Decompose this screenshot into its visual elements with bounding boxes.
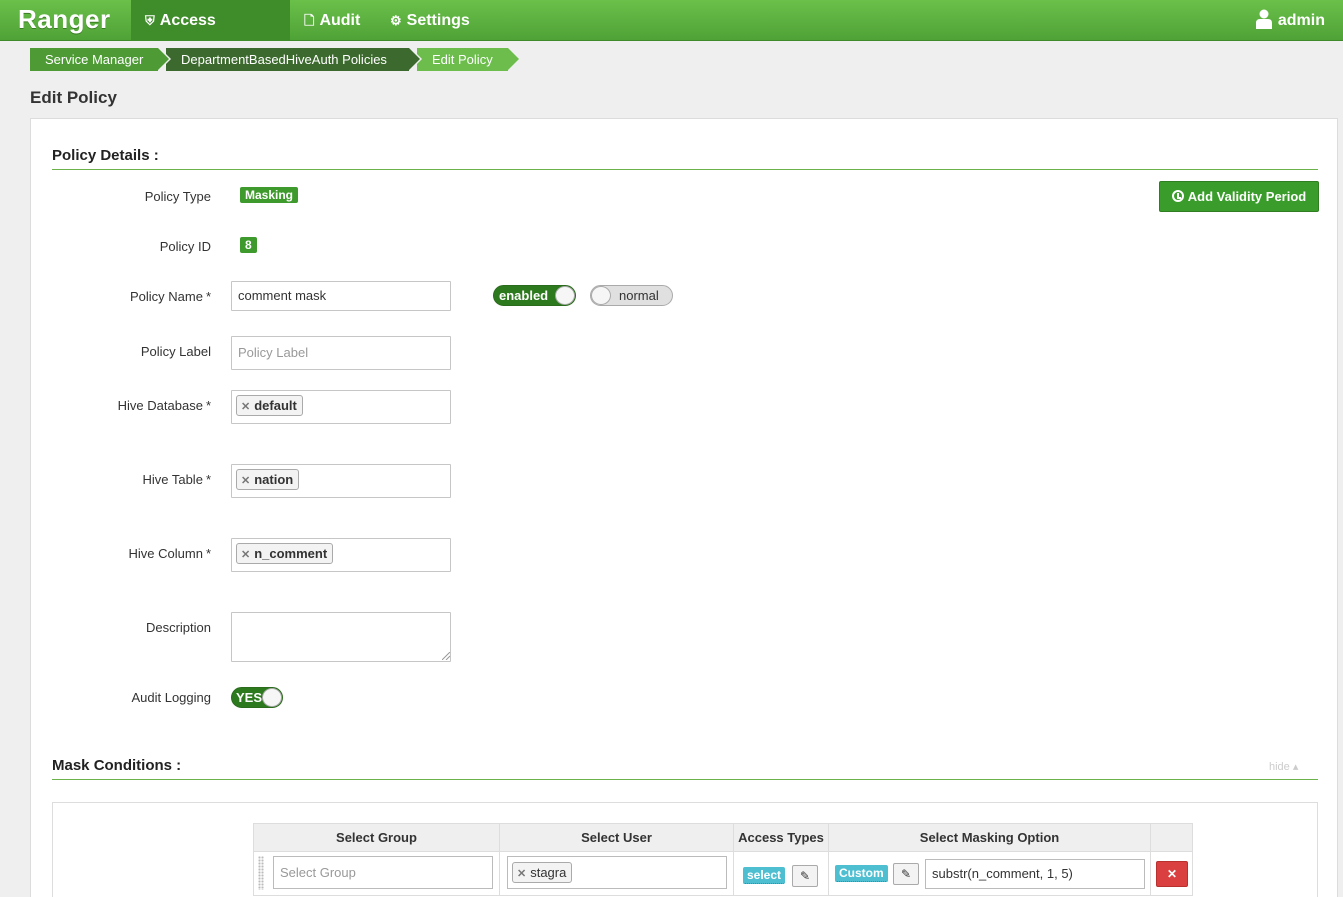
drag-handle-icon[interactable] (258, 856, 264, 890)
policy-name-label-text: Policy Name (129, 289, 203, 304)
access-types-cell: select ✎ (733, 851, 829, 896)
column-header-actions (1150, 823, 1193, 852)
hive-database-select[interactable]: ✕ default (231, 390, 451, 424)
username: admin (1277, 12, 1325, 29)
required-mark: * (205, 546, 211, 561)
masking-expression-input[interactable]: substr(n_comment, 1, 5) (925, 859, 1145, 889)
hive-table-select[interactable]: ✕ nation (231, 464, 451, 498)
normal-toggle-label: normal (619, 288, 659, 303)
remove-tag-icon[interactable]: ✕ (517, 868, 526, 880)
remove-tag-icon[interactable]: ✕ (241, 475, 250, 487)
add-validity-period-label: Add Validity Period (1187, 189, 1307, 204)
description-textarea[interactable] (231, 612, 451, 662)
chevron-up-icon: ▴ (1292, 761, 1299, 773)
edit-access-types-button[interactable]: ✎ (792, 865, 818, 887)
breadcrumb-policies[interactable]: DepartmentBasedHiveAuth Policies (166, 48, 422, 71)
column-header-access-types: Access Types (733, 823, 829, 852)
shield-icon: ⛨ (145, 13, 155, 28)
audit-logging-toggle[interactable]: YES (231, 687, 283, 708)
toggle-knob (555, 286, 575, 305)
toggle-knob (262, 688, 282, 707)
column-header-select-group: Select Group (253, 823, 500, 852)
mask-conditions-box: Select Group Select User Access Types Se… (52, 802, 1318, 897)
policy-id-label: Policy ID (159, 239, 211, 254)
policy-form-panel: Policy Details : Add Validity Period Pol… (30, 118, 1338, 897)
hive-column-tag[interactable]: ✕ n_comment (236, 543, 334, 564)
column-header-select-user: Select User (499, 823, 734, 852)
audit-logging-toggle-label: YES (236, 690, 263, 705)
close-icon: ✕ (1166, 867, 1178, 881)
table-row: Select Group ✕ stagra select ✎ Custom ✎ s… (253, 851, 1193, 896)
masking-option-cell: Custom ✎ substr(n_comment, 1, 5) (828, 851, 1151, 896)
hive-table-label: Hive Table * (31, 472, 211, 487)
policy-type-label: Policy Type (144, 189, 211, 204)
toggle-knob (591, 286, 611, 305)
hive-database-label: Hive Database * (31, 398, 211, 413)
column-header-masking-option: Select Masking Option (828, 823, 1151, 852)
masking-type-chip: Custom (835, 865, 888, 882)
required-mark: * (205, 472, 211, 487)
user-tag-label: stagra (530, 865, 567, 880)
top-navbar: Ranger ⛨Access Manager 🗋Audit ⚙Settings … (0, 0, 1343, 70)
hive-column-tag-label: n_comment (254, 546, 328, 561)
hide-mask-conditions-link[interactable]: hide ▴ (1269, 760, 1298, 773)
remove-tag-icon[interactable]: ✕ (241, 401, 250, 413)
pencil-icon: ✎ (799, 869, 811, 883)
hide-link-label: hide (1269, 761, 1290, 773)
hive-database-tag[interactable]: ✕ default (236, 395, 303, 416)
nav-settings[interactable]: ⚙ Settings (376, 0, 484, 41)
user-icon (1255, 9, 1272, 29)
policy-type-badge: Masking (240, 187, 299, 203)
policy-name-label: Policy Name * (31, 289, 211, 304)
policy-priority-toggle[interactable]: normal (590, 285, 673, 306)
clock-icon (1171, 190, 1184, 202)
policy-id-badge: 8 (240, 237, 257, 253)
brand-logo[interactable]: Ranger (18, 4, 111, 35)
nav-settings-label: Settings (406, 12, 470, 29)
select-user-input[interactable]: ✕ stagra (507, 856, 727, 889)
nav-access-manager[interactable]: ⛨Access Manager (131, 0, 290, 70)
hive-column-select[interactable]: ✕ n_comment (231, 538, 451, 572)
group-cell: Select Group (253, 851, 500, 896)
remove-tag-icon[interactable]: ✕ (241, 549, 250, 561)
audit-logging-label: Audit Logging (131, 690, 211, 705)
resize-handle-icon[interactable] (442, 652, 450, 660)
nav-audit[interactable]: 🗋 Audit (290, 0, 374, 41)
gear-icon: ⚙ (390, 13, 402, 28)
user-menu[interactable]: admin (1255, 0, 1325, 41)
hive-table-tag-label: nation (254, 472, 294, 487)
mask-conditions-heading: Mask Conditions : (52, 757, 1318, 780)
required-mark: * (205, 289, 211, 304)
policy-label-input[interactable]: Policy Label (231, 336, 451, 370)
breadcrumb-edit-policy: Edit Policy (417, 48, 519, 71)
hive-column-label: Hive Column * (31, 546, 211, 561)
select-group-input[interactable]: Select Group (273, 856, 493, 889)
access-type-chip: select (743, 867, 786, 884)
document-icon: 🗋 (304, 13, 315, 28)
delete-row-button[interactable]: ✕ (1156, 861, 1188, 887)
nav-audit-label: Audit (319, 12, 361, 29)
required-mark: * (205, 398, 211, 413)
add-validity-period-button[interactable]: Add Validity Period (1159, 181, 1319, 212)
actions-cell: ✕ (1150, 851, 1193, 896)
breadcrumb-service-manager[interactable]: Service Manager (30, 48, 171, 71)
mask-conditions-table: Select Group Select User Access Types Se… (253, 823, 1193, 896)
hive-column-label-text: Hive Column (128, 546, 203, 561)
edit-masking-button[interactable]: ✎ (893, 863, 919, 885)
page-title: Edit Policy (30, 88, 117, 107)
policy-details-heading: Policy Details : (52, 147, 1318, 170)
policy-enabled-toggle[interactable]: enabled (493, 285, 576, 306)
user-tag[interactable]: ✕ stagra (512, 862, 573, 883)
hive-database-label-text: Hive Database (117, 398, 203, 413)
hive-database-tag-label: default (254, 398, 297, 413)
pencil-icon: ✎ (900, 867, 912, 881)
policy-label-label: Policy Label (140, 344, 211, 359)
policy-name-input[interactable]: comment mask (231, 281, 451, 311)
user-cell: ✕ stagra (499, 851, 734, 896)
hive-table-label-text: Hive Table (142, 472, 203, 487)
description-label: Description (145, 620, 211, 635)
hive-table-tag[interactable]: ✕ nation (236, 469, 300, 490)
enabled-toggle-label: enabled (499, 288, 549, 303)
